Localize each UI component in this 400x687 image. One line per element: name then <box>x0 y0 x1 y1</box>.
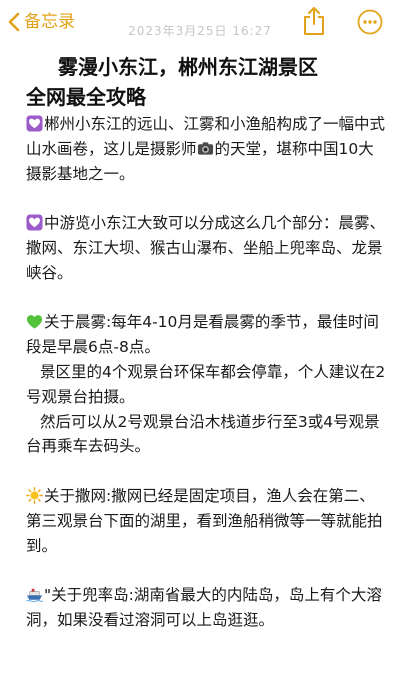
paragraph-overview: 中游览小东江大致可以分成这么几个部分：晨雾、撒网、东江大坝、猴古山瀑布、坐船上兜… <box>26 214 386 282</box>
purple-heart-icon <box>26 115 43 132</box>
note-timestamp: 2023年3月25日 16:27 <box>128 24 272 38</box>
title-line-2: 全网最全攻略 <box>26 85 146 109</box>
paragraph-viewing-deck: 景区里的4个观景台环保车都会停靠，个人建议在2号观景台拍摄。 <box>26 362 386 406</box>
navigation-bar: 备忘录 2023年3月25日 16:27 <box>0 0 400 44</box>
paragraph-boardwalk: 然后可以从2号观景台沿木栈道步行至3或4号观景台再乘车去码头。 <box>26 412 380 456</box>
green-heart-icon <box>26 315 43 329</box>
paragraph-intro: 郴州小东江的远山、江雾和小渔船构成了一幅中式山水画卷，这儿是摄影师 的天堂，堪称中… <box>26 115 386 183</box>
paragraph-doushuai-island: "关于兜率岛:湖南省最大的内陆岛，岛上有个大溶洞，如果没看过溶洞可以上岛逛逛。 <box>26 586 382 629</box>
purple-heart-icon <box>26 214 43 231</box>
sun-icon <box>26 486 43 504</box>
note-body[interactable]: 雾漫小东江，郴州东江湖景区 全网最全攻略 郴州小东江的远山、江雾和小渔船构成了一… <box>26 52 386 633</box>
paragraph-fishing-net: 关于撒网:撒网已经是固定项目，渔人会在第二、第三观景台下面的湖里，看到渔船稍微等… <box>26 486 383 555</box>
title-line-1: 雾漫小东江，郴州东江湖景区 <box>58 55 318 79</box>
camera-icon <box>197 142 213 155</box>
paragraph-morning-fog: 关于晨雾:每年4-10月是看晨雾的季节，最佳时间段是早晨6点-8点。 <box>26 313 379 357</box>
ship-icon <box>26 588 43 603</box>
note-title: 雾漫小东江，郴州东江湖景区 全网最全攻略 <box>26 52 386 112</box>
